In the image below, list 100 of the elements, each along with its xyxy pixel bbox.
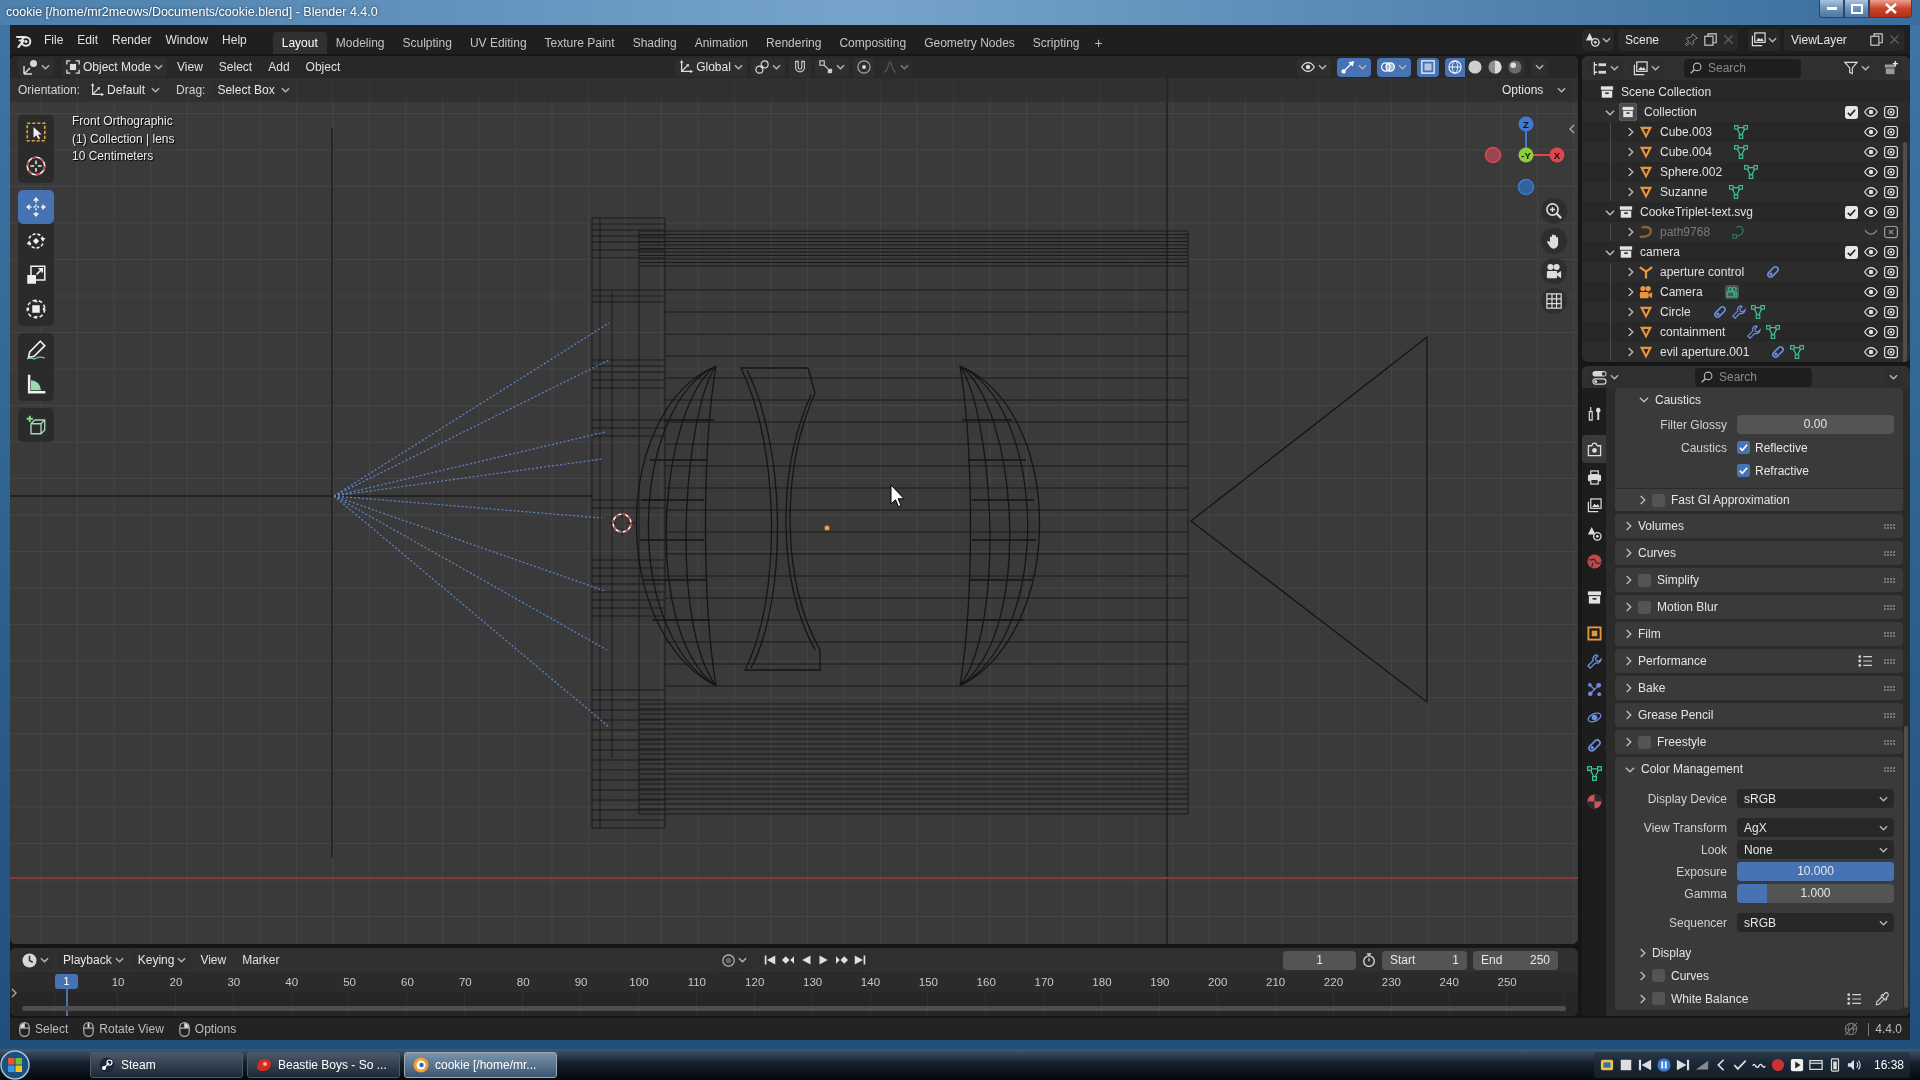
- item-name[interactable]: aperture control: [1660, 265, 1745, 279]
- menu-item[interactable]: Render: [105, 29, 159, 50]
- chevron-right-icon[interactable]: [1625, 710, 1632, 720]
- workspace-tab[interactable]: UV Editing: [460, 32, 536, 54]
- start-button[interactable]: [0, 1049, 30, 1080]
- chevron-right-icon[interactable]: [1626, 127, 1634, 137]
- scrollbar[interactable]: [22, 1006, 1566, 1011]
- slider[interactable]: 10.000: [1737, 862, 1894, 881]
- checkbox[interactable]: [1845, 205, 1858, 219]
- chevron-right-icon[interactable]: [1626, 227, 1634, 237]
- panel-title[interactable]: Performance: [1638, 654, 1707, 668]
- menu-item[interactable]: Edit: [70, 29, 106, 50]
- previous-track-icon[interactable]: [1637, 1057, 1652, 1072]
- panel-title[interactable]: Volumes: [1638, 519, 1685, 533]
- taskbar-button[interactable]: Steam: [90, 1051, 243, 1078]
- triangle-icon[interactable]: [1639, 125, 1653, 139]
- dropdown[interactable]: sRGB: [1737, 789, 1894, 808]
- overlay-toggle[interactable]: [1377, 57, 1411, 77]
- checkbox-label[interactable]: Reflective: [1755, 440, 1808, 455]
- eye-icon[interactable]: [1864, 345, 1878, 359]
- eyedropper-icon[interactable]: [1875, 991, 1889, 1006]
- jump-start-icon[interactable]: [763, 954, 776, 966]
- preset-list-icon[interactable]: [1858, 654, 1872, 668]
- panel-title[interactable]: Bake: [1638, 681, 1666, 695]
- item-name[interactable]: Circle: [1660, 305, 1691, 319]
- camera-icon[interactable]: [1884, 165, 1898, 179]
- checkbox[interactable]: [1737, 464, 1750, 477]
- search-field[interactable]: Search: [1684, 58, 1801, 78]
- orientation-dropdown[interactable]: Global: [675, 57, 747, 77]
- checkbox[interactable]: [1845, 105, 1858, 119]
- status-dot-icon[interactable]: [1770, 1057, 1785, 1072]
- eye-icon[interactable]: [1864, 185, 1878, 199]
- add-workspace-button[interactable]: +: [1088, 32, 1109, 54]
- chevron-left-icon[interactable]: [1569, 124, 1575, 134]
- current-frame-field[interactable]: 1: [1283, 950, 1356, 970]
- checkbox[interactable]: [1638, 735, 1651, 749]
- chevron-down-icon[interactable]: [1605, 248, 1615, 256]
- chevron-right-icon[interactable]: [1626, 267, 1634, 277]
- menu-item[interactable]: File: [37, 29, 71, 50]
- eye-icon[interactable]: [1864, 145, 1878, 159]
- scene-browse-button[interactable]: [1582, 28, 1614, 51]
- negative-z-axis-handle[interactable]: [1517, 178, 1535, 196]
- chevron-right-icon[interactable]: [1625, 656, 1632, 666]
- camera-icon[interactable]: [1884, 145, 1898, 159]
- workspace-tab[interactable]: Layout: [272, 32, 327, 54]
- checkbox[interactable]: [1638, 600, 1651, 614]
- preset-list-icon[interactable]: [1847, 991, 1861, 1006]
- chevron-right-icon[interactable]: [1626, 147, 1634, 157]
- jump-end-icon[interactable]: [853, 954, 866, 966]
- scrollbar[interactable]: [1903, 142, 1907, 362]
- dropdown[interactable]: None: [1737, 840, 1894, 859]
- close-icon[interactable]: [1889, 34, 1900, 45]
- window-icon[interactable]: [1808, 1057, 1823, 1072]
- dropdown[interactable]: AgX: [1737, 818, 1894, 837]
- dropdown[interactable]: sRGB: [1737, 913, 1894, 932]
- eye-icon[interactable]: [1864, 325, 1878, 339]
- eye-icon[interactable]: [1864, 265, 1878, 279]
- menu-item[interactable]: Help: [215, 29, 254, 50]
- snap-toggle[interactable]: [788, 57, 811, 77]
- closed-eye-icon[interactable]: [1864, 229, 1878, 235]
- next-keyframe-icon[interactable]: [835, 954, 848, 966]
- camera-icon[interactable]: [1884, 105, 1898, 119]
- eye-icon[interactable]: [1864, 105, 1878, 119]
- clock[interactable]: 16:38: [1873, 1057, 1904, 1072]
- item-name[interactable]: camera: [1640, 245, 1680, 259]
- menu-item[interactable]: View: [194, 953, 233, 967]
- checkbox[interactable]: [1652, 992, 1665, 1005]
- camera-icon[interactable]: [1884, 325, 1898, 339]
- xray-toggle[interactable]: [1417, 57, 1439, 77]
- minimize-button[interactable]: [1819, 0, 1844, 18]
- curve-icon[interactable]: [1639, 225, 1653, 239]
- snap-target-dropdown[interactable]: [814, 57, 849, 77]
- negative-x-axis-handle[interactable]: [1484, 146, 1502, 164]
- archive-box-icon[interactable]: [1619, 205, 1633, 219]
- camera-icon[interactable]: [1884, 125, 1898, 139]
- triangle-icon[interactable]: [1639, 165, 1653, 179]
- chevron-right-icon[interactable]: [1625, 521, 1632, 531]
- camera-icon[interactable]: [1884, 205, 1898, 219]
- movie-camera-icon[interactable]: [1541, 258, 1567, 284]
- menu-item[interactable]: Add: [262, 60, 296, 74]
- panel-title[interactable]: Freestyle: [1657, 735, 1707, 749]
- menu-item[interactable]: Window: [158, 29, 216, 50]
- pin-icon[interactable]: [1685, 33, 1698, 46]
- menu-item[interactable]: Marker: [236, 953, 286, 967]
- item-name[interactable]: evil aperture.001: [1660, 345, 1750, 359]
- chevron-right-icon[interactable]: [1626, 287, 1634, 297]
- start-frame-field[interactable]: Start 1: [1382, 950, 1467, 970]
- camera-icon[interactable]: [1884, 345, 1898, 359]
- checkbox[interactable]: [1652, 969, 1665, 982]
- checkbox[interactable]: [1737, 441, 1750, 454]
- workspace-tab[interactable]: Scripting: [1023, 32, 1089, 54]
- chevron-right-icon[interactable]: [1626, 327, 1634, 337]
- workspace-tab[interactable]: Modeling: [326, 32, 394, 54]
- subpanel-title[interactable]: Caustics: [1655, 392, 1701, 407]
- checkbox[interactable]: [1845, 245, 1858, 259]
- camera-icon[interactable]: [1884, 285, 1898, 299]
- item-name[interactable]: Cube.004: [1660, 145, 1713, 159]
- view-layer-field[interactable]: ViewLayer: [1784, 28, 1904, 51]
- play-icon[interactable]: [817, 954, 830, 966]
- chevron-down-icon[interactable]: [1605, 208, 1615, 216]
